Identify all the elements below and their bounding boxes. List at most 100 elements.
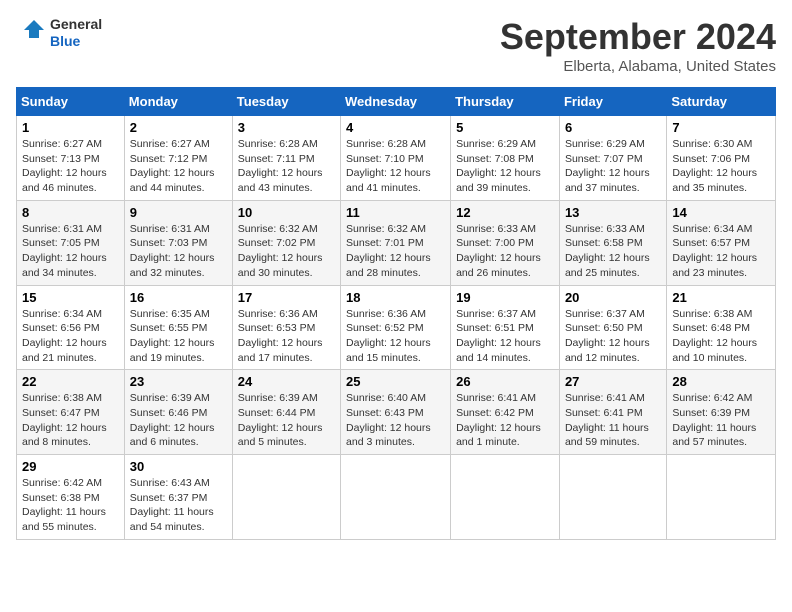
table-row: 2 Sunrise: 6:27 AM Sunset: 7:12 PM Dayli… — [124, 116, 232, 201]
day-number: 2 — [130, 120, 227, 135]
logo: General Blue — [16, 16, 102, 50]
day-info: Sunrise: 6:32 AM Sunset: 7:02 PM Dayligh… — [238, 222, 335, 281]
day-info: Sunrise: 6:31 AM Sunset: 7:05 PM Dayligh… — [22, 222, 119, 281]
calendar-body: 1 Sunrise: 6:27 AM Sunset: 7:13 PM Dayli… — [17, 116, 776, 540]
col-sunday: Sunday — [17, 88, 125, 116]
day-number: 23 — [130, 374, 227, 389]
day-info: Sunrise: 6:39 AM Sunset: 6:46 PM Dayligh… — [130, 391, 227, 450]
table-row: 30 Sunrise: 6:43 AM Sunset: 6:37 PM Dayl… — [124, 455, 232, 540]
table-row: 29 Sunrise: 6:42 AM Sunset: 6:38 PM Dayl… — [17, 455, 125, 540]
day-info: Sunrise: 6:39 AM Sunset: 6:44 PM Dayligh… — [238, 391, 335, 450]
table-row: 22 Sunrise: 6:38 AM Sunset: 6:47 PM Dayl… — [17, 370, 125, 455]
day-info: Sunrise: 6:27 AM Sunset: 7:13 PM Dayligh… — [22, 137, 119, 196]
day-info: Sunrise: 6:28 AM Sunset: 7:11 PM Dayligh… — [238, 137, 335, 196]
day-info: Sunrise: 6:35 AM Sunset: 6:55 PM Dayligh… — [130, 307, 227, 366]
day-info: Sunrise: 6:31 AM Sunset: 7:03 PM Dayligh… — [130, 222, 227, 281]
table-row: 4 Sunrise: 6:28 AM Sunset: 7:10 PM Dayli… — [341, 116, 451, 201]
col-saturday: Saturday — [667, 88, 776, 116]
day-info: Sunrise: 6:33 AM Sunset: 7:00 PM Dayligh… — [456, 222, 554, 281]
calendar-header: Sunday Monday Tuesday Wednesday Thursday… — [17, 88, 776, 116]
day-info: Sunrise: 6:38 AM Sunset: 6:48 PM Dayligh… — [672, 307, 770, 366]
day-number: 8 — [22, 205, 119, 220]
location-subtitle: Elberta, Alabama, United States — [500, 58, 776, 75]
day-info: Sunrise: 6:29 AM Sunset: 7:08 PM Dayligh… — [456, 137, 554, 196]
col-thursday: Thursday — [451, 88, 560, 116]
table-row: 3 Sunrise: 6:28 AM Sunset: 7:11 PM Dayli… — [232, 116, 340, 201]
day-info: Sunrise: 6:34 AM Sunset: 6:57 PM Dayligh… — [672, 222, 770, 281]
table-row: 20 Sunrise: 6:37 AM Sunset: 6:50 PM Dayl… — [559, 285, 666, 370]
day-number: 26 — [456, 374, 554, 389]
day-info: Sunrise: 6:40 AM Sunset: 6:43 PM Dayligh… — [346, 391, 445, 450]
day-number: 14 — [672, 205, 770, 220]
day-number: 9 — [130, 205, 227, 220]
table-row: 7 Sunrise: 6:30 AM Sunset: 7:06 PM Dayli… — [667, 116, 776, 201]
day-number: 28 — [672, 374, 770, 389]
table-row — [451, 455, 560, 540]
day-info: Sunrise: 6:27 AM Sunset: 7:12 PM Dayligh… — [130, 137, 227, 196]
day-number: 1 — [22, 120, 119, 135]
table-row: 14 Sunrise: 6:34 AM Sunset: 6:57 PM Dayl… — [667, 200, 776, 285]
table-row: 28 Sunrise: 6:42 AM Sunset: 6:39 PM Dayl… — [667, 370, 776, 455]
table-row — [232, 455, 340, 540]
table-row: 26 Sunrise: 6:41 AM Sunset: 6:42 PM Dayl… — [451, 370, 560, 455]
day-number: 21 — [672, 290, 770, 305]
day-number: 3 — [238, 120, 335, 135]
day-number: 20 — [565, 290, 661, 305]
day-number: 22 — [22, 374, 119, 389]
day-info: Sunrise: 6:41 AM Sunset: 6:42 PM Dayligh… — [456, 391, 554, 450]
table-row: 23 Sunrise: 6:39 AM Sunset: 6:46 PM Dayl… — [124, 370, 232, 455]
col-tuesday: Tuesday — [232, 88, 340, 116]
logo-text-general: General — [50, 16, 102, 33]
month-title: September 2024 — [500, 16, 776, 58]
day-info: Sunrise: 6:42 AM Sunset: 6:38 PM Dayligh… — [22, 476, 119, 535]
table-row: 9 Sunrise: 6:31 AM Sunset: 7:03 PM Dayli… — [124, 200, 232, 285]
day-number: 19 — [456, 290, 554, 305]
calendar-table: Sunday Monday Tuesday Wednesday Thursday… — [16, 87, 776, 540]
day-info: Sunrise: 6:32 AM Sunset: 7:01 PM Dayligh… — [346, 222, 445, 281]
table-row: 8 Sunrise: 6:31 AM Sunset: 7:05 PM Dayli… — [17, 200, 125, 285]
table-row — [667, 455, 776, 540]
logo-text-blue: Blue — [50, 33, 102, 50]
day-number: 6 — [565, 120, 661, 135]
table-row: 18 Sunrise: 6:36 AM Sunset: 6:52 PM Dayl… — [341, 285, 451, 370]
table-row: 13 Sunrise: 6:33 AM Sunset: 6:58 PM Dayl… — [559, 200, 666, 285]
day-info: Sunrise: 6:36 AM Sunset: 6:53 PM Dayligh… — [238, 307, 335, 366]
day-number: 18 — [346, 290, 445, 305]
title-area: September 2024 Elberta, Alabama, United … — [500, 16, 776, 75]
page-header: General Blue September 2024 Elberta, Ala… — [16, 16, 776, 75]
day-number: 30 — [130, 459, 227, 474]
day-info: Sunrise: 6:29 AM Sunset: 7:07 PM Dayligh… — [565, 137, 661, 196]
day-info: Sunrise: 6:28 AM Sunset: 7:10 PM Dayligh… — [346, 137, 445, 196]
day-number: 24 — [238, 374, 335, 389]
day-info: Sunrise: 6:36 AM Sunset: 6:52 PM Dayligh… — [346, 307, 445, 366]
day-info: Sunrise: 6:42 AM Sunset: 6:39 PM Dayligh… — [672, 391, 770, 450]
col-monday: Monday — [124, 88, 232, 116]
day-number: 12 — [456, 205, 554, 220]
day-number: 17 — [238, 290, 335, 305]
table-row — [341, 455, 451, 540]
table-row — [559, 455, 666, 540]
day-info: Sunrise: 6:43 AM Sunset: 6:37 PM Dayligh… — [130, 476, 227, 535]
table-row: 1 Sunrise: 6:27 AM Sunset: 7:13 PM Dayli… — [17, 116, 125, 201]
day-number: 29 — [22, 459, 119, 474]
table-row: 10 Sunrise: 6:32 AM Sunset: 7:02 PM Dayl… — [232, 200, 340, 285]
day-number: 10 — [238, 205, 335, 220]
col-friday: Friday — [559, 88, 666, 116]
day-info: Sunrise: 6:33 AM Sunset: 6:58 PM Dayligh… — [565, 222, 661, 281]
logo-svg — [16, 18, 46, 48]
table-row: 25 Sunrise: 6:40 AM Sunset: 6:43 PM Dayl… — [341, 370, 451, 455]
table-row: 27 Sunrise: 6:41 AM Sunset: 6:41 PM Dayl… — [559, 370, 666, 455]
table-row: 12 Sunrise: 6:33 AM Sunset: 7:00 PM Dayl… — [451, 200, 560, 285]
table-row: 17 Sunrise: 6:36 AM Sunset: 6:53 PM Dayl… — [232, 285, 340, 370]
table-row: 16 Sunrise: 6:35 AM Sunset: 6:55 PM Dayl… — [124, 285, 232, 370]
day-info: Sunrise: 6:37 AM Sunset: 6:50 PM Dayligh… — [565, 307, 661, 366]
table-row: 15 Sunrise: 6:34 AM Sunset: 6:56 PM Dayl… — [17, 285, 125, 370]
day-info: Sunrise: 6:30 AM Sunset: 7:06 PM Dayligh… — [672, 137, 770, 196]
day-number: 27 — [565, 374, 661, 389]
day-number: 13 — [565, 205, 661, 220]
col-wednesday: Wednesday — [341, 88, 451, 116]
day-info: Sunrise: 6:37 AM Sunset: 6:51 PM Dayligh… — [456, 307, 554, 366]
table-row: 19 Sunrise: 6:37 AM Sunset: 6:51 PM Dayl… — [451, 285, 560, 370]
table-row: 5 Sunrise: 6:29 AM Sunset: 7:08 PM Dayli… — [451, 116, 560, 201]
day-info: Sunrise: 6:34 AM Sunset: 6:56 PM Dayligh… — [22, 307, 119, 366]
